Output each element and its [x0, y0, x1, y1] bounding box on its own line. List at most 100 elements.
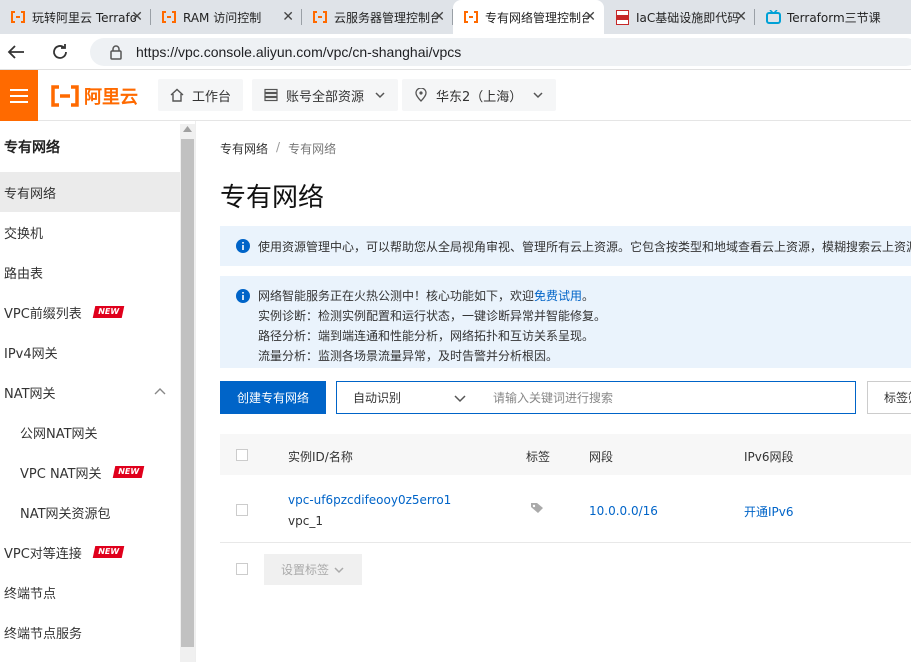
- main-content: 专有网络 / 专有网络 专有网络 使用资源管理中心，可以帮助您从全局视角审视、管…: [196, 121, 911, 662]
- notice-line: 网络智能服务正在火热公测中！核心功能如下，欢迎免费试用。: [236, 286, 911, 306]
- search-input[interactable]: [477, 382, 855, 413]
- network-intelligence-notice: 网络智能服务正在火热公测中！核心功能如下，欢迎免费试用。 实例诊断：检测实例配置…: [220, 276, 911, 368]
- table-footer: 设置标签: [220, 543, 911, 595]
- sidebar-item-label: VPC NAT网关: [20, 466, 102, 482]
- sidebar-item-route-table[interactable]: 路由表: [0, 252, 180, 292]
- aliyun-logo-icon: [51, 85, 79, 107]
- close-icon[interactable]: ✕: [433, 9, 445, 25]
- sidebar-item-vpc[interactable]: 专有网络: [0, 172, 180, 212]
- sidebar-item-label: NAT网关: [4, 386, 56, 402]
- sidebar-item-endpoint-service[interactable]: 终端节点服务: [0, 612, 180, 652]
- menu-icon[interactable]: [0, 70, 38, 121]
- close-icon[interactable]: ✕: [735, 9, 747, 25]
- reload-icon[interactable]: [48, 40, 72, 64]
- sidebar-item-endpoint[interactable]: 终端节点: [0, 572, 180, 612]
- select-all-checkbox[interactable]: [236, 449, 248, 461]
- browser-tab-3[interactable]: 专有网络管理控制台 ✕: [453, 0, 604, 34]
- info-icon: [236, 239, 250, 253]
- scroll-up-arrow-icon[interactable]: [183, 126, 192, 132]
- chevron-down-icon: [454, 395, 466, 403]
- sidebar-item-public-nat[interactable]: 公网NAT网关: [0, 412, 180, 452]
- table-header: 实例ID/名称 标签 网段 IPv6网段: [220, 434, 911, 475]
- free-trial-link[interactable]: 免费试用: [534, 289, 582, 303]
- resource-center-notice: 使用资源管理中心，可以帮助您从全局视角审视、管理所有云上资源。它包含按类型和地域…: [220, 226, 911, 266]
- set-tag-button[interactable]: 设置标签: [264, 554, 362, 585]
- close-icon[interactable]: ✕: [282, 9, 294, 25]
- sidebar-item-label: 终端节点服务: [4, 626, 83, 642]
- sidebar-item-label: VPC前缀列表: [4, 306, 82, 322]
- sidebar-title: 专有网络: [4, 140, 60, 156]
- region-dropdown[interactable]: 华东2（上海）: [402, 79, 557, 111]
- create-vpc-button[interactable]: 创建专有网络: [220, 381, 326, 414]
- search-group: 自动识别: [336, 381, 856, 414]
- lock-icon: [110, 45, 122, 60]
- account-label: 账号全部资源: [286, 89, 365, 105]
- browser-tab-1[interactable]: RAM 访问控制 ✕: [151, 0, 302, 34]
- sidebar-scrollbar[interactable]: [180, 124, 195, 662]
- enable-ipv6-link[interactable]: 开通IPv6: [744, 503, 794, 520]
- browser-tab-0[interactable]: 玩转阿里云 Terraform ✕: [0, 0, 151, 34]
- address-bar: https://vpc.console.aliyun.com/vpc/cn-sh…: [0, 34, 911, 70]
- workbench-button[interactable]: 工作台: [158, 79, 244, 111]
- url-text: https://vpc.console.aliyun.com/vpc/cn-sh…: [136, 44, 462, 60]
- table-row: vpc-uf6pzcdifeooy0z5erro1 vpc_1 10.0.0.0…: [220, 475, 911, 543]
- cidr-link[interactable]: 10.0.0.0/16: [589, 504, 658, 518]
- sidebar-item-vpc-peering[interactable]: VPC对等连接 NEW: [0, 532, 180, 572]
- vpc-table: 实例ID/名称 标签 网段 IPv6网段 vpc-uf6pzcdifeooy0z…: [220, 434, 911, 595]
- sidebar-item-label: 专有网络: [4, 186, 57, 202]
- notice-text: 使用资源管理中心，可以帮助您从全局视角审视、管理所有云上资源。它包含按类型和地域…: [258, 239, 911, 254]
- sidebar-item-label: VPC对等连接: [4, 546, 82, 562]
- row-checkbox[interactable]: [236, 504, 248, 516]
- pdf-icon: [614, 9, 630, 25]
- sidebar-item-label: 公网NAT网关: [20, 426, 98, 442]
- search-type-select[interactable]: 自动识别: [337, 382, 477, 413]
- chevron-down-icon: [533, 92, 543, 99]
- sidebar-item-prefix-list[interactable]: VPC前缀列表 NEW: [0, 292, 180, 332]
- tag-filter-button[interactable]: 标签筛选: [867, 381, 911, 414]
- sidebar-item-nat-package[interactable]: NAT网关资源包: [0, 492, 180, 532]
- sidebar-item-nat-gateway[interactable]: NAT网关: [0, 372, 180, 412]
- browser-tab-5[interactable]: Terraform三节课: [755, 0, 906, 34]
- browser-tab-2[interactable]: 云服务器管理控制台 ✕: [302, 0, 453, 34]
- workbench-label: 工作台: [192, 89, 232, 105]
- vpc-id-link[interactable]: vpc-uf6pzcdifeooy0z5erro1: [288, 493, 451, 507]
- tab-title: 云服务器管理控制台: [334, 10, 438, 25]
- browser-tab-strip: 玩转阿里云 Terraform ✕ RAM 访问控制 ✕ 云服务器管理控制台 ✕…: [0, 0, 911, 34]
- sidebar-item-vswitch[interactable]: 交换机: [0, 212, 180, 252]
- list-icon: [264, 88, 278, 102]
- aliyun-logo[interactable]: 阿里云: [50, 83, 138, 109]
- account-resource-dropdown[interactable]: 账号全部资源: [252, 79, 399, 111]
- breadcrumb-item[interactable]: 专有网络: [220, 140, 268, 157]
- vpc-name: vpc_1: [288, 514, 323, 528]
- back-arrow-icon[interactable]: [4, 40, 28, 64]
- tab-title: Terraform三节课: [787, 10, 881, 25]
- sidebar-item-label: 交换机: [4, 226, 44, 242]
- breadcrumb: 专有网络 / 专有网络: [220, 140, 336, 157]
- tv-icon: [765, 9, 781, 25]
- new-badge: NEW: [92, 306, 125, 318]
- tag-icon[interactable]: [530, 502, 544, 514]
- aliyun-icon: [312, 9, 328, 25]
- console-header: 阿里云 工作台 账号全部资源 华东2（上海）: [0, 70, 911, 121]
- sidebar-item-label: 终端节点: [4, 586, 57, 602]
- logo-text: 阿里云: [84, 87, 138, 108]
- footer-checkbox[interactable]: [236, 563, 248, 575]
- sidebar: 专有网络 专有网络 交换机 路由表 VPC前缀列表 NEW IPv4网关 NAT网…: [0, 121, 196, 662]
- sidebar-item-ipv4-gateway[interactable]: IPv4网关: [0, 332, 180, 372]
- sidebar-item-label: IPv4网关: [4, 346, 58, 362]
- notice-line: 实例诊断：检测实例配置和运行状态，一键诊断异常并智能修复。: [258, 309, 607, 323]
- close-icon[interactable]: ✕: [584, 9, 596, 25]
- home-icon: [170, 88, 184, 102]
- notice-line1-prefix: 网络智能服务正在火热公测中！核心功能如下，欢迎: [258, 289, 535, 303]
- url-input[interactable]: https://vpc.console.aliyun.com/vpc/cn-sh…: [90, 38, 911, 66]
- sidebar-item-vpc-nat[interactable]: VPC NAT网关 NEW: [0, 452, 180, 492]
- chevron-down-icon: [375, 92, 385, 99]
- aliyun-icon: [10, 9, 26, 25]
- set-tag-label: 设置标签: [280, 563, 329, 577]
- browser-tab-4[interactable]: IaC基础设施即代码 ✕: [604, 0, 755, 34]
- close-icon[interactable]: ✕: [131, 9, 143, 25]
- column-header: 实例ID/名称: [288, 450, 353, 464]
- scrollbar-thumb[interactable]: [181, 139, 194, 647]
- breadcrumb-current: 专有网络: [288, 142, 337, 156]
- tab-title: IaC基础设施即代码: [636, 10, 740, 25]
